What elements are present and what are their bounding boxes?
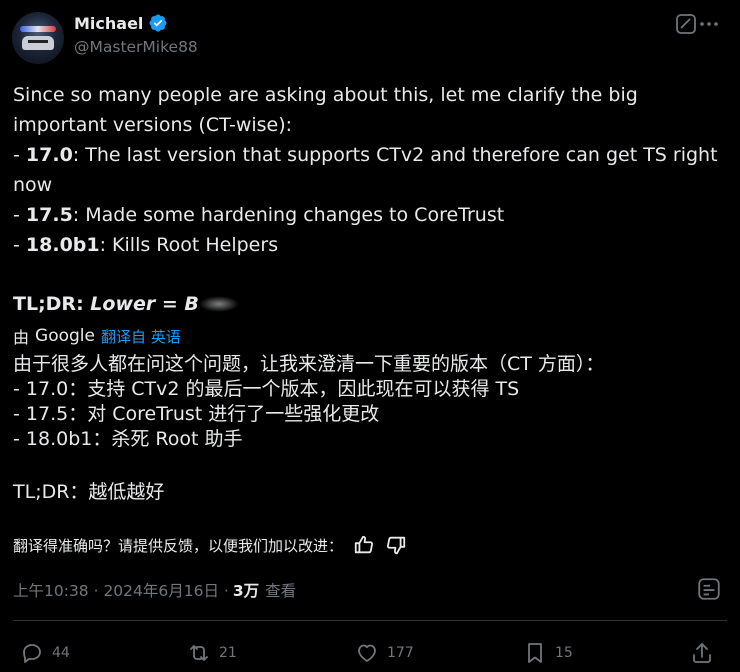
tweet-text: Since so many people are asking about th…	[13, 80, 733, 260]
translated-text: 由于很多人都在问这个问题，让我来澄清一下重要的版本（CT 方面）： - 17.0…	[13, 352, 604, 452]
author-name[interactable]: Michael	[74, 14, 143, 33]
translated-from-link[interactable]: 翻译自 英语	[101, 326, 181, 347]
repost-icon	[187, 641, 211, 665]
view-count: 3万	[232, 582, 260, 600]
share-button[interactable]	[690, 640, 714, 666]
thumbs-down-icon[interactable]	[385, 534, 407, 556]
more-icon[interactable]	[697, 12, 721, 36]
version-label: 17.0	[25, 144, 73, 166]
tldr-label: TL;DR:	[13, 293, 91, 315]
tweet-intro-line1: Since so many people are asking about th…	[13, 84, 638, 106]
repost-button[interactable]: 21	[187, 640, 237, 666]
bookmark-count: 15	[555, 645, 573, 661]
translated-item: - 17.5：对 CoreTrust 进行了一些强化更改	[13, 403, 380, 425]
tweet-item-17-5: - 17.5: Made some hardening changes to C…	[13, 204, 505, 226]
thumbs-up-icon[interactable]	[353, 534, 375, 556]
bookmark-button[interactable]: 15	[523, 640, 573, 666]
note-icon[interactable]	[696, 576, 722, 602]
tweet-item-17-0: - 17.0: The last version that supports C…	[13, 144, 718, 166]
share-icon	[690, 641, 714, 665]
reply-count: 44	[52, 645, 70, 661]
translated-intro: 由于很多人都在问这个问题，让我来澄清一下重要的版本（CT 方面）：	[13, 353, 605, 375]
avatar-car	[22, 36, 54, 50]
timestamp[interactable]: 上午10:38 · 2024年6月16日 ·	[13, 579, 229, 601]
feedback-prompt: 翻译得准确吗？请提供反馈，以便我们加以改进：	[13, 536, 344, 555]
version-label: 17.5	[25, 204, 73, 226]
faded-text	[198, 296, 239, 312]
author-name-row: Michael	[74, 12, 168, 34]
avatar[interactable]	[12, 12, 64, 64]
tldr-value: Lower = B	[90, 293, 199, 315]
translated-tldr: TL;DR：越低越好	[13, 481, 165, 503]
reply-button[interactable]: 44	[20, 640, 70, 666]
version-label: 18.0b1	[25, 234, 100, 256]
heart-icon	[355, 641, 379, 665]
grok-icon[interactable]	[674, 12, 698, 36]
translation-attribution: 由 Google 翻译自 英语	[13, 324, 181, 348]
translated-item: - 18.0b1：杀死 Root 助手	[13, 428, 243, 450]
verified-badge-icon[interactable]	[148, 13, 168, 33]
bookmark-icon	[523, 641, 547, 665]
like-count: 177	[387, 645, 414, 661]
divider	[13, 620, 727, 621]
translated-by-label: 由	[13, 328, 30, 347]
tweet-item-18-0b1: - 18.0b1: Kills Root Helpers	[13, 234, 279, 256]
tweet-tldr: TL;DR: Lower = B	[13, 289, 239, 319]
google-logo: Google	[35, 326, 95, 346]
repost-count: 21	[219, 645, 237, 661]
avatar-car-text	[28, 40, 48, 43]
tweet-meta: 上午10:38 · 2024年6月16日 · 3万 查看	[13, 578, 296, 602]
author-handle[interactable]: @MasterMike88	[74, 38, 198, 56]
reply-icon	[20, 641, 44, 665]
tweet-item-17-0-continued: now	[13, 174, 53, 196]
like-button[interactable]: 177	[355, 640, 414, 666]
translated-item: - 17.0：支持 CTv2 的最后一个版本，因此现在可以获得 TS	[13, 378, 520, 400]
avatar-lightbar	[20, 26, 56, 32]
tweet-intro-line2: important versions (CT-wise):	[13, 114, 293, 136]
translation-feedback: 翻译得准确吗？请提供反馈，以便我们加以改进：	[13, 532, 407, 558]
views-label: 查看	[265, 582, 297, 600]
